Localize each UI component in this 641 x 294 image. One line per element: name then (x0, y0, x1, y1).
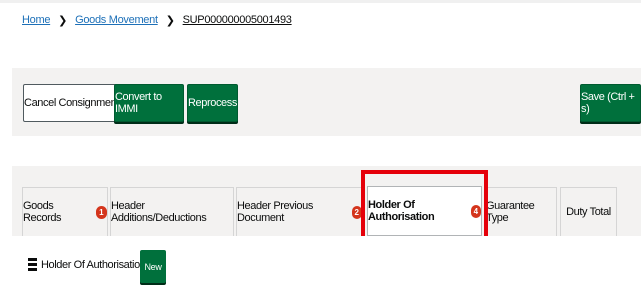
tab-holder-of-authorisation[interactable]: Holder Of Authorisation 4 (367, 186, 482, 236)
panel-title: Holder Of Authorisation (41, 259, 146, 271)
save-button[interactable]: Save (Ctrl + s) (580, 84, 641, 122)
tab-label: Goods Records (23, 200, 62, 224)
new-button[interactable]: New (140, 250, 166, 283)
tab-label: Header Previous Document (237, 200, 313, 224)
tab-label: Guarantee Type (486, 200, 535, 224)
tab-label: Duty Total (566, 206, 611, 218)
breadcrumb-home-link[interactable]: Home (22, 14, 50, 26)
tab-duty-total[interactable]: Duty Total (560, 187, 617, 236)
chevron-right-icon: ❯ (165, 14, 175, 27)
count-badge: 2 (351, 205, 362, 219)
breadcrumb-current: SUP000000005001493 (182, 14, 292, 26)
tab-header-additions-deductions[interactable]: Header Additions/Deductions (110, 187, 234, 236)
tab-label: Holder Of Authorisation (368, 199, 435, 223)
tab-goods-records[interactable]: Goods Records 1 (22, 187, 108, 236)
cancel-consignment-button[interactable]: Cancel Consignment (23, 84, 120, 122)
tab-header-previous-document[interactable]: Header Previous Document 2 (236, 187, 363, 236)
reprocess-button[interactable]: Reprocess (187, 84, 238, 122)
top-bar (0, 0, 641, 3)
chevron-right-icon: ❯ (58, 14, 68, 27)
breadcrumb: Home ❯ Goods Movement ❯ SUP0000000050014… (22, 12, 292, 28)
breadcrumb-goods-movement-link[interactable]: Goods Movement (75, 14, 158, 26)
action-bar: Cancel Consignment Convert to IMMI Repro… (12, 68, 641, 136)
count-badge: 4 (470, 204, 481, 218)
convert-to-immi-button[interactable]: Convert to IMMI (114, 84, 184, 122)
tab-guarantee-type[interactable]: Guarantee Type (485, 187, 557, 236)
count-badge: 1 (95, 205, 107, 219)
menu-icon[interactable] (28, 258, 37, 271)
tab-label: Header Additions/Deductions (111, 200, 207, 224)
